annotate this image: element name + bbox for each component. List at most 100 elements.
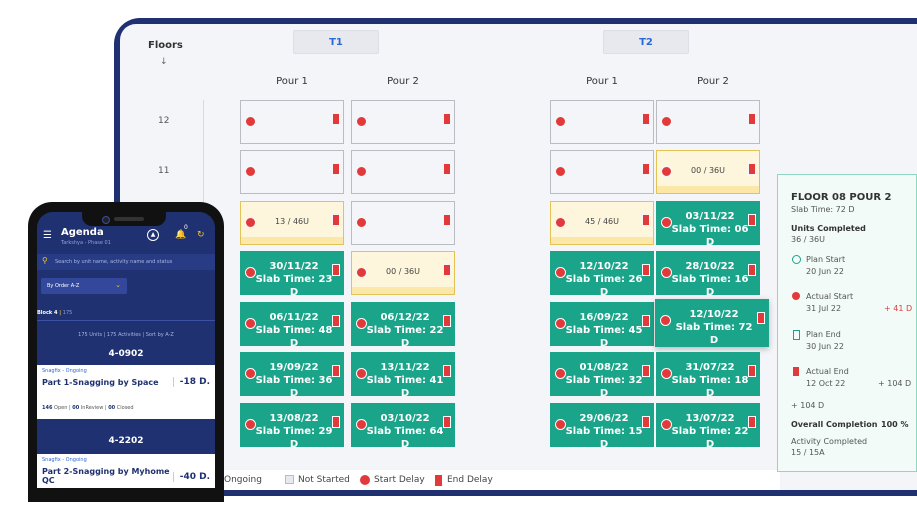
pour-cell[interactable] xyxy=(550,100,654,144)
pour-cell[interactable] xyxy=(351,201,455,245)
end-delay-square-icon xyxy=(443,365,451,377)
pour-summary: 13/08/22 Slab Time: 29 D xyxy=(255,412,333,451)
start-delay-dot-icon xyxy=(356,166,367,177)
end-delay-square-icon xyxy=(642,264,650,276)
pour-cell[interactable] xyxy=(656,100,760,144)
search-input[interactable]: ⚲ Search by unit name, activity name and… xyxy=(37,254,215,270)
actual-end-square-icon xyxy=(793,367,799,376)
phone-subtitle: Tarkshya - Phase 01 xyxy=(61,240,111,246)
actual-end-value: 12 Oct 22 xyxy=(806,379,846,388)
start-delay-dot-icon xyxy=(555,116,566,127)
tower-tab-t1[interactable]: T1 xyxy=(293,30,379,54)
plan-start-label: Plan Start xyxy=(806,255,846,264)
overall-completion-label: Overall Completion xyxy=(791,420,878,429)
actual-start-dot-icon xyxy=(792,292,800,300)
pour-cell[interactable]: 45 / 46U xyxy=(550,201,654,245)
slab-time: Slab Time: 45 D xyxy=(565,325,643,349)
units-count: 00 / 36U xyxy=(386,267,420,276)
legend-end-delay: End Delay xyxy=(447,475,493,485)
pour-cell[interactable]: 03/10/22 Slab Time: 64 D xyxy=(351,403,455,450)
pour-cell[interactable] xyxy=(240,150,344,194)
end-delay-square-icon xyxy=(757,312,765,324)
pour-cell[interactable]: 13/08/22 Slab Time: 29 D xyxy=(240,403,344,450)
tower-tab-t2[interactable]: T2 xyxy=(603,30,689,54)
pour-cell[interactable]: 12/10/22 Slab Time: 26 D xyxy=(550,251,654,298)
end-delay-square-icon xyxy=(642,113,650,125)
pour-cell[interactable]: 01/08/22 Slab Time: 32 D xyxy=(550,352,654,399)
chevron-down-icon: ⌄ xyxy=(115,281,121,289)
sync-icon[interactable]: ↻ xyxy=(197,230,205,240)
block-tab[interactable]: Block 4 | 175 xyxy=(37,310,72,316)
end-delay-square-icon xyxy=(443,315,451,327)
end-delay-square-icon xyxy=(642,315,650,327)
pour-summary: 30/11/22 Slab Time: 23 D xyxy=(255,260,333,299)
pour-cell[interactable]: 16/09/22 Slab Time: 45 D xyxy=(550,302,654,349)
pour-summary: 06/12/22 Slab Time: 22 D xyxy=(366,311,444,350)
activity-name: Part 1-Snagging by Space xyxy=(42,378,159,387)
pour-cell[interactable]: 12/10/22 Slab Time: 72 D xyxy=(655,299,769,347)
slab-time: Slab Time: 22 D xyxy=(366,325,444,349)
pour-cell[interactable]: 00 / 36U xyxy=(351,251,455,295)
plan-end-label: Plan End xyxy=(806,330,841,339)
pour-label-t2-p2: Pour 2 xyxy=(697,76,729,87)
pour-cell[interactable] xyxy=(351,150,455,194)
actual-start-delta: + 41 D xyxy=(884,304,913,313)
pour-cell[interactable]: 13/07/22 Slab Time: 22 D xyxy=(656,403,760,450)
pour-cell[interactable] xyxy=(351,100,455,144)
pour-cell[interactable]: 03/11/22 Slab Time: 06 D xyxy=(656,201,760,248)
pour-cell[interactable] xyxy=(240,100,344,144)
pour-cell[interactable]: 28/10/22 Slab Time: 16 D xyxy=(656,251,760,298)
detail-units-label: Units Completed xyxy=(791,224,866,233)
not-started-swatch-icon xyxy=(285,475,294,484)
list-item[interactable]: Snagfix - Ongoing Part 2-Snagging by Myh… xyxy=(37,454,215,488)
actual-end-label: Actual End xyxy=(806,367,849,376)
actual-end-delta: + 104 D xyxy=(878,379,912,388)
block-count: 175 xyxy=(62,310,73,316)
pour-date: 13/08/22 xyxy=(269,413,319,424)
warning-icon[interactable]: ▲ xyxy=(147,229,159,241)
pour-cell[interactable]: 06/11/22 Slab Time: 48 D xyxy=(240,302,344,349)
sort-dropdown[interactable]: By Order A-Z ⌄ xyxy=(41,278,127,294)
delay-badge: -18 D. xyxy=(172,377,210,387)
pour-cell[interactable]: 31/07/22 Slab Time: 18 D xyxy=(656,352,760,399)
extra-delta: + 104 D xyxy=(791,401,825,410)
pour-cell[interactable] xyxy=(550,150,654,194)
pour-detail-panel: FLOOR 08 POUR 2 Slab Time: 72 D Units Co… xyxy=(777,174,917,472)
pour-summary: 28/10/22 Slab Time: 16 D xyxy=(671,260,749,299)
start-delay-dot-icon xyxy=(356,217,367,228)
detail-units-value: 36 / 36U xyxy=(791,235,825,244)
sort-arrow-icon[interactable]: ↓ xyxy=(160,57,168,67)
list-item[interactable]: Snagfix - Ongoing Part 1-Snagging by Spa… xyxy=(37,365,215,419)
end-delay-square-icon xyxy=(443,214,451,226)
plan-start-value: 20 Jun 22 xyxy=(806,267,844,276)
pour-summary: 01/08/22 Slab Time: 32 D xyxy=(565,361,643,400)
phone-title: Agenda xyxy=(61,227,104,238)
end-delay-square-icon xyxy=(332,315,340,327)
end-delay-square-icon xyxy=(642,416,650,428)
pour-cell[interactable]: 19/09/22 Slab Time: 36 D xyxy=(240,352,344,399)
slab-time: Slab Time: 72 D xyxy=(675,322,753,346)
bell-icon[interactable]: 🔔 xyxy=(175,230,186,240)
pour-cell[interactable]: 06/12/22 Slab Time: 22 D xyxy=(351,302,455,349)
end-delay-square-icon xyxy=(443,416,451,428)
pour-summary: 12/10/22 Slab Time: 26 D xyxy=(565,260,643,299)
pour-date: 06/11/22 xyxy=(269,312,319,323)
pour-date: 19/09/22 xyxy=(269,362,319,373)
list-meta: 175 Units | 175 Activities | Sort by A-Z xyxy=(78,332,174,338)
activity-completed-label: Activity Completed xyxy=(791,437,868,446)
sort-value: By Order A-Z xyxy=(47,283,80,289)
menu-icon[interactable]: ☰ xyxy=(43,230,52,241)
pour-summary: 03/11/22 Slab Time: 06 D xyxy=(671,210,749,249)
pour-cell[interactable]: 30/11/22 Slab Time: 23 D xyxy=(240,251,344,298)
pour-cell[interactable]: 13 / 46U xyxy=(240,201,344,245)
pour-cell[interactable]: 29/06/22 Slab Time: 15 D xyxy=(550,403,654,450)
pour-date: 03/11/22 xyxy=(685,211,735,222)
pour-summary: 03/10/22 Slab Time: 64 D xyxy=(366,412,444,451)
legend-ongoing: Ongoing xyxy=(224,475,262,485)
pour-board: Floors ↓ T1 T2 Pour 1 Pour 2 Pour 1 Pour… xyxy=(120,24,917,490)
start-delay-dot-icon xyxy=(360,475,370,485)
pour-cell[interactable]: 00 / 36U xyxy=(656,150,760,194)
pour-cell[interactable]: 13/11/22 Slab Time: 41 D xyxy=(351,352,455,399)
pour-summary: 13/07/22 Slab Time: 22 D xyxy=(671,412,749,451)
pour-label-t2-p1: Pour 1 xyxy=(586,76,618,87)
